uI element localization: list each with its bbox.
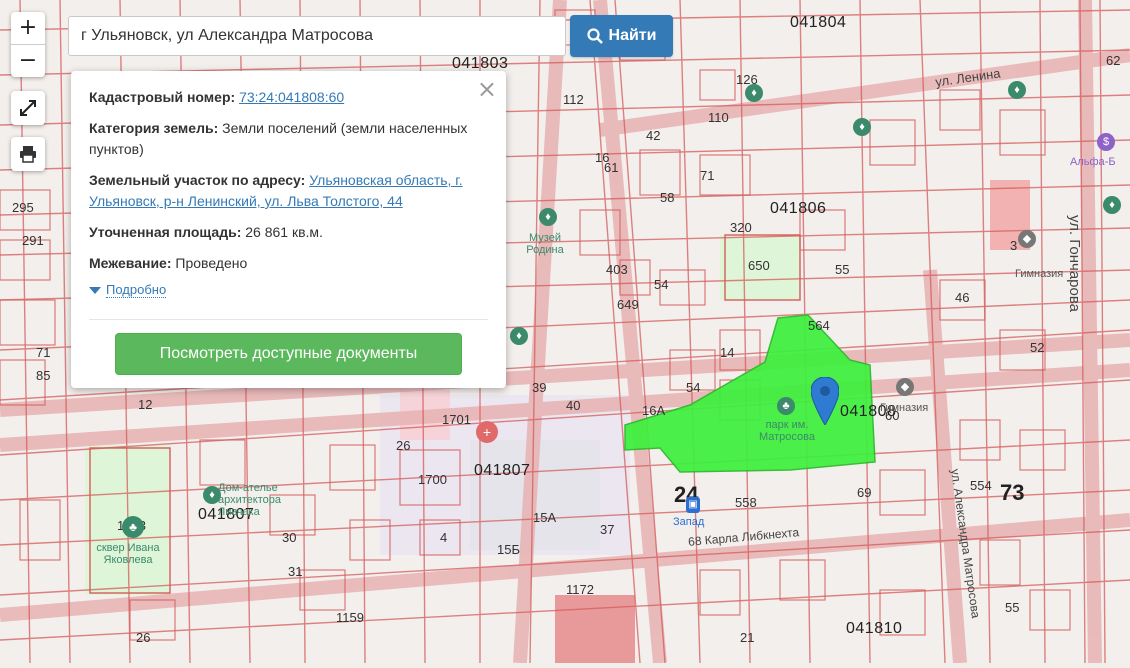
close-icon[interactable]: × [477, 77, 497, 101]
search-button-label: Найти [608, 27, 657, 44]
bus-stop-icon: ▣ [686, 497, 700, 513]
printer-icon [20, 146, 36, 163]
search-button[interactable]: Найти [570, 15, 673, 57]
museum-icon: ♦ [1103, 196, 1121, 214]
area-row: Уточненная площадь: 26 861 кв.м. [89, 222, 488, 243]
cadastral-row: Кадастровый номер: 73:24:041808:60 [89, 87, 488, 108]
area-label: Уточненная площадь: [89, 224, 242, 240]
museum-icon: ♦ [203, 486, 221, 504]
address-label: Земельный участок по адресу: [89, 172, 306, 188]
print-button[interactable] [11, 137, 45, 171]
category-row: Категория земель: Земли поселений (земли… [89, 118, 488, 160]
school-icon: ◆ [896, 378, 914, 396]
bank-icon: $ [1097, 133, 1115, 151]
category-label: Категория земель: [89, 120, 219, 136]
museum-icon: ♦ [853, 118, 871, 136]
survey-label: Межевание: [89, 255, 172, 271]
address-row: Земельный участок по адресу: Ульяновская… [89, 170, 488, 212]
search-input[interactable] [69, 17, 565, 55]
search-icon [586, 28, 603, 44]
museum-icon: ♦ [1008, 81, 1026, 99]
details-toggle[interactable]: Подробно [89, 282, 488, 298]
survey-value: Проведено [175, 255, 248, 271]
museum-icon: ♦ [510, 327, 528, 345]
details-label: Подробно [106, 282, 167, 298]
hospital-icon: + [476, 421, 498, 443]
museum-icon: ♦ [539, 208, 557, 226]
parcel-info-popup: × Кадастровый номер: 73:24:041808:60 Кат… [71, 71, 506, 388]
park-icon: ♣ [122, 516, 144, 538]
caret-down-icon [89, 286, 101, 294]
area-value: 26 861 кв.м. [245, 224, 323, 240]
zoom-controls: + − [11, 12, 45, 77]
fullscreen-button[interactable] [11, 91, 45, 125]
cadastral-label: Кадастровый номер: [89, 89, 236, 105]
park-icon: ♣ [777, 397, 795, 415]
school-icon: ◆ [1018, 230, 1036, 248]
zoom-in-button[interactable]: + [11, 12, 45, 44]
theatre-icon: ♦ [745, 84, 763, 102]
survey-row: Межевание: Проведено [89, 253, 488, 274]
location-pin-icon[interactable] [810, 376, 840, 430]
zoom-out-button[interactable]: − [11, 44, 45, 77]
cadastral-number-link[interactable]: 73:24:041808:60 [239, 89, 344, 105]
divider [89, 319, 488, 320]
expand-icon [20, 100, 36, 116]
search-box [68, 16, 566, 56]
view-documents-button[interactable]: Посмотреть доступные документы [115, 333, 462, 375]
